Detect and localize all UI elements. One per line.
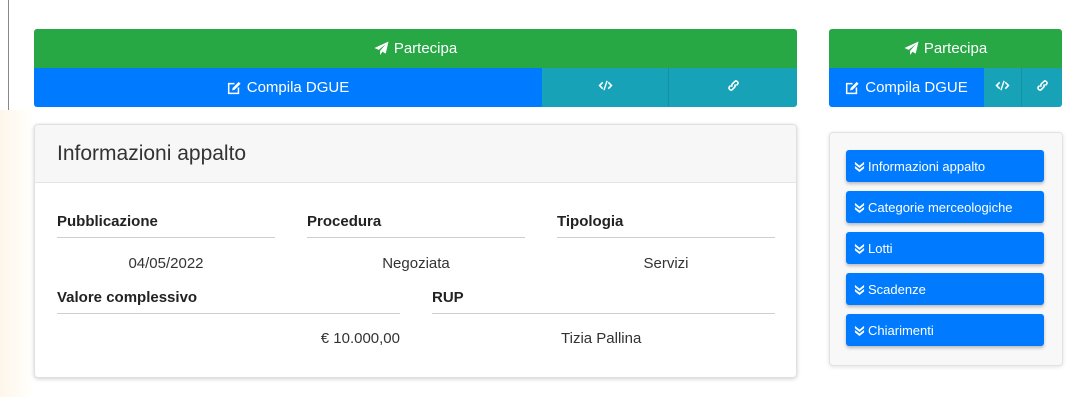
code-icon (597, 78, 613, 97)
code-icon (995, 78, 1010, 97)
value-rup: Tizia Pallina (561, 330, 642, 347)
nav-label: Chiarimenti (868, 322, 934, 338)
main-action-row: Compila DGUE (34, 68, 797, 107)
value-tipologia: Servizi (643, 255, 689, 272)
nav-label: Scadenze (868, 281, 926, 297)
participate-label: Partecipa (393, 40, 458, 57)
side-copy-link-button[interactable] (1022, 68, 1062, 107)
edit-icon (846, 81, 859, 95)
compile-dgue-button[interactable]: Compila DGUE (34, 68, 542, 107)
copy-link-button[interactable] (669, 68, 797, 107)
label-valore-complessivo: Valore complessivo (57, 289, 400, 314)
section-nav-panel: Informazioni appalto Categorie merceolog… (829, 132, 1063, 366)
nav-label: Informazioni appalto (868, 158, 986, 174)
label-rup: RUP (432, 289, 775, 314)
value-valore-complessivo: € 10.000,00 (320, 330, 400, 347)
side-embed-code-button[interactable] (984, 68, 1022, 107)
side-action-bar: Partecipa Compila DGUE (829, 29, 1062, 107)
paper-plane-icon (374, 41, 389, 56)
embed-code-button[interactable] (542, 68, 669, 107)
angle-double-down-icon (854, 161, 865, 172)
nav-label: Lotti (868, 240, 893, 256)
value-pubblicazione: 04/05/2022 (128, 255, 204, 272)
angle-double-down-icon (854, 202, 865, 213)
contract-info-card: Informazioni appalto Pubblicazione Proce… (34, 124, 797, 378)
edit-icon (227, 81, 241, 95)
angle-double-down-icon (854, 284, 865, 295)
compile-dgue-label: Compila DGUE (246, 79, 350, 96)
participate-button[interactable]: Partecipa (34, 29, 797, 68)
background-decoration (0, 110, 34, 397)
nav-scadenze[interactable]: Scadenze (846, 273, 1044, 305)
value-procedura: Negoziata (382, 255, 450, 272)
side-action-row: Compila DGUE (829, 68, 1062, 107)
card-title: Informazioni appalto (35, 125, 796, 183)
side-participate-label: Partecipa (923, 40, 988, 57)
nav-lotti[interactable]: Lotti (846, 232, 1044, 264)
main-action-bar: Partecipa Compila DGUE (34, 29, 797, 107)
link-icon (726, 78, 741, 97)
side-participate-button[interactable]: Partecipa (829, 29, 1062, 68)
side-compile-dgue-label: Compila DGUE (865, 79, 968, 96)
angle-double-down-icon (854, 243, 865, 254)
angle-double-down-icon (854, 325, 865, 336)
side-compile-dgue-button[interactable]: Compila DGUE (829, 68, 984, 107)
nav-informazioni-appalto[interactable]: Informazioni appalto (846, 150, 1044, 182)
paper-plane-icon (904, 41, 919, 56)
nav-categorie-merceologiche[interactable]: Categorie merceologiche (846, 191, 1044, 223)
label-pubblicazione: Pubblicazione (57, 213, 275, 238)
link-icon (1035, 78, 1050, 97)
label-tipologia: Tipologia (557, 213, 775, 238)
label-procedura: Procedura (307, 213, 525, 238)
nav-label: Categorie merceologiche (868, 199, 1013, 215)
nav-chiarimenti[interactable]: Chiarimenti (846, 314, 1044, 346)
